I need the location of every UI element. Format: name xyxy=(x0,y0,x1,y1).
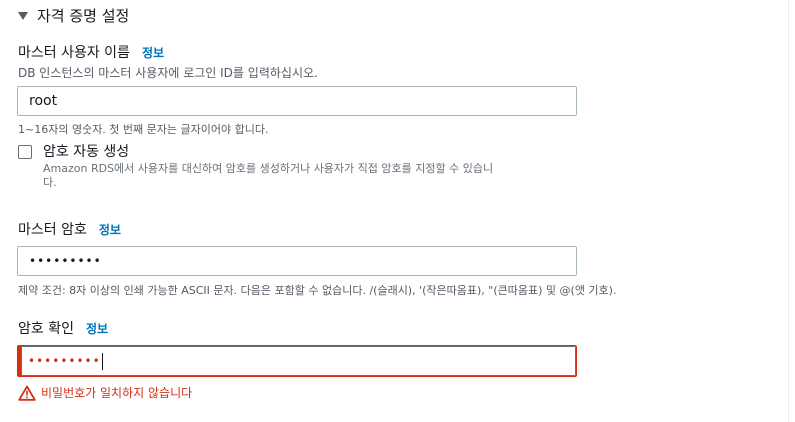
auto-password-description-line1: Amazon RDS에서 사용자를 대신하여 암호를 생성하거나 사용자가 직접… xyxy=(43,162,494,175)
confirm-password-label-row: 암호 확인 정보 xyxy=(18,318,108,338)
confirm-password-error: 비밀번호가 일치하지 않습니다 xyxy=(18,384,192,401)
master-password-info-link[interactable]: 정보 xyxy=(99,221,121,238)
master-username-label: 마스터 사용자 이름 xyxy=(18,45,130,61)
caret-down-icon xyxy=(18,12,28,20)
auto-password-label[interactable]: 암호 자동 생성 xyxy=(43,141,129,161)
text-cursor xyxy=(101,352,103,370)
panel-border xyxy=(788,0,789,422)
credentials-section-toggle[interactable]: 자격 증명 설정 xyxy=(18,5,129,26)
master-username-value: root xyxy=(29,93,58,109)
master-username-constraint: 1~16자의 영숫자. 첫 번째 문자는 글자이어야 합니다. xyxy=(18,123,269,136)
confirm-password-error-text: 비밀번호가 일치하지 않습니다 xyxy=(41,386,193,400)
auto-password-description-line2: 다. xyxy=(43,176,57,189)
section-title: 자격 증명 설정 xyxy=(37,7,130,25)
auto-password-checkbox[interactable] xyxy=(18,145,32,159)
confirm-password-label: 암호 확인 xyxy=(18,321,74,337)
master-password-input[interactable]: ••••••••• xyxy=(17,246,577,276)
confirm-password-input[interactable]: ••••••••• xyxy=(17,345,577,377)
master-password-value: ••••••••• xyxy=(29,254,102,268)
master-username-description: DB 인스턴스의 마스터 사용자에 로그인 ID를 입력하십시오. xyxy=(18,66,318,80)
master-username-label-row: 마스터 사용자 이름 정보 xyxy=(18,42,164,62)
master-password-label: 마스터 암호 xyxy=(18,222,87,238)
master-password-constraint: 제약 조건: 8자 이상의 인쇄 가능한 ASCII 문자. 다음은 포함할 수… xyxy=(18,284,617,297)
confirm-password-info-link[interactable]: 정보 xyxy=(86,320,108,337)
confirm-password-value: ••••••••• xyxy=(28,354,101,368)
master-username-info-link[interactable]: 정보 xyxy=(142,44,164,61)
warning-icon xyxy=(18,385,36,401)
master-password-label-row: 마스터 암호 정보 xyxy=(18,219,121,239)
master-username-input[interactable]: root xyxy=(17,86,577,116)
